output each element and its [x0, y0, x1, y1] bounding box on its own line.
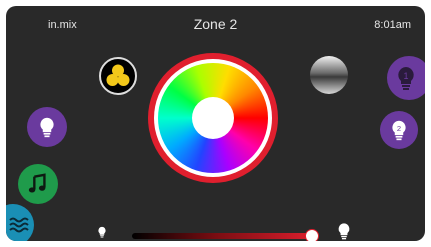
music-button[interactable] — [18, 164, 58, 204]
bulb-1-icon: 1 — [398, 67, 414, 90]
music-note-icon — [28, 173, 46, 193]
page-title: Zone 2 — [193, 16, 238, 32]
zone-1-button[interactable]: 1 — [387, 56, 425, 100]
brightness-slider-handle[interactable] — [305, 229, 320, 241]
clock: 8:01am — [374, 19, 411, 31]
water-waves-icon — [9, 217, 29, 233]
brightness-slider[interactable] — [132, 229, 320, 241]
svg-text:1: 1 — [403, 71, 408, 81]
multi-color-button[interactable] — [99, 57, 137, 95]
water-button[interactable] — [6, 204, 34, 241]
lighting-button[interactable] — [27, 107, 67, 147]
svg-text:2: 2 — [397, 124, 401, 133]
three-circles-icon — [106, 64, 130, 86]
bulb-icon — [40, 117, 54, 138]
bulb-bright-icon — [335, 221, 353, 241]
bulb-dim-icon — [96, 225, 108, 241]
gradient-ball-icon — [310, 56, 348, 94]
color-wheel-center[interactable] — [192, 97, 234, 139]
color-wheel-spectrum — [158, 63, 268, 173]
screen: in.mix Zone 2 8:01am 1 2 — [6, 6, 425, 241]
bulb-2-icon: 2 — [392, 120, 406, 141]
zone-2-button[interactable]: 2 — [380, 111, 418, 149]
gradient-button[interactable] — [309, 55, 349, 95]
color-wheel[interactable] — [148, 53, 278, 183]
